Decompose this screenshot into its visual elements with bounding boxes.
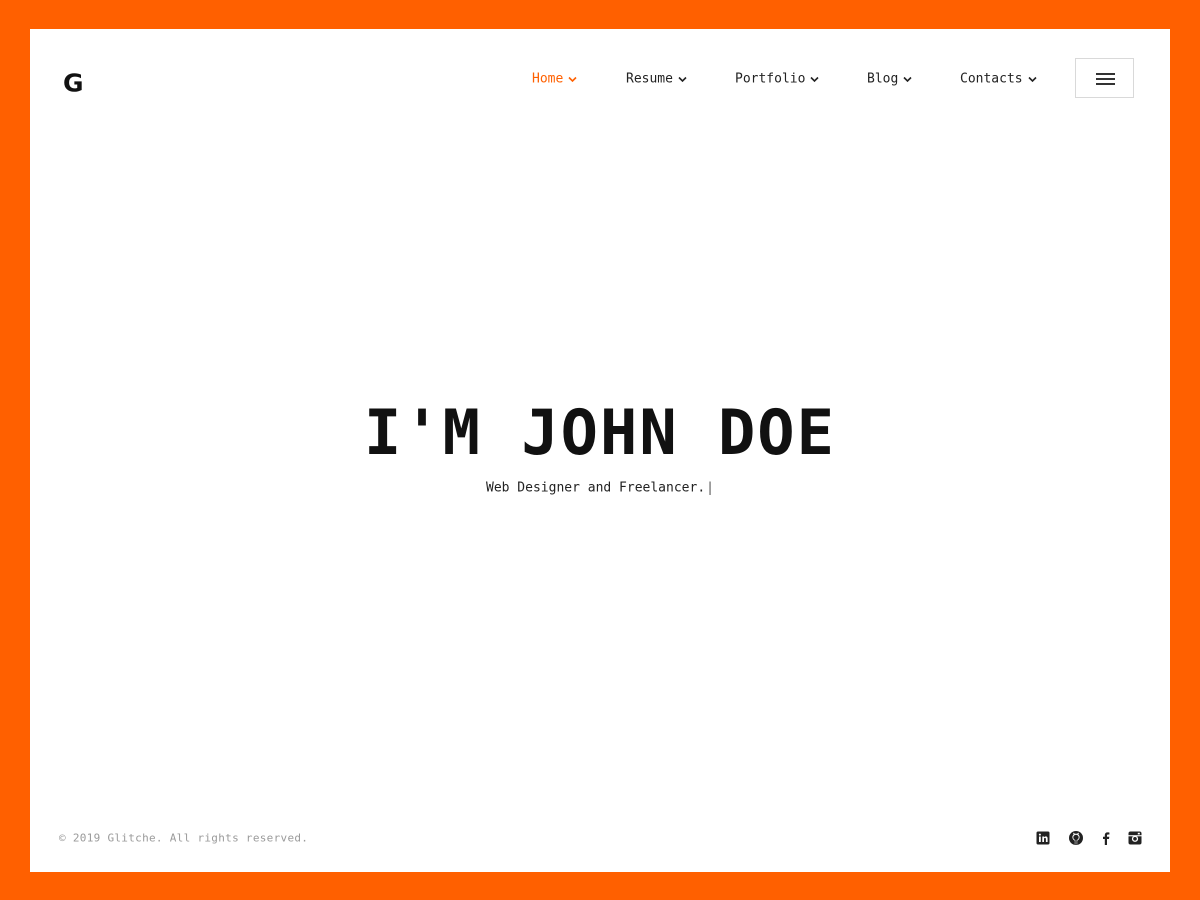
hero-title: I'M JOHN DOE — [364, 396, 836, 469]
hero-subtitle-text: Web Designer and Freelancer. — [486, 480, 706, 496]
chevron-down-icon — [809, 74, 820, 85]
chevron-down-icon — [567, 74, 578, 85]
site-logo[interactable]: G — [63, 71, 84, 96]
nav-item-label: Contacts — [960, 71, 1023, 87]
facebook-icon[interactable] — [1098, 830, 1114, 846]
linkedin-icon[interactable] — [1035, 830, 1051, 846]
nav-item-label: Blog — [867, 71, 899, 87]
page-frame: G Home Resume Portfolio Blog Contacts I'… — [30, 29, 1170, 872]
nav-item-portfolio[interactable]: Portfolio — [735, 72, 820, 87]
typing-cursor: | — [706, 480, 714, 496]
chevron-down-icon — [902, 74, 913, 85]
menu-button[interactable] — [1075, 58, 1134, 98]
github-icon[interactable] — [1068, 830, 1084, 846]
nav-item-contacts[interactable]: Contacts — [960, 72, 1038, 87]
nav-item-label: Home — [532, 71, 564, 87]
nav-item-label: Portfolio — [735, 71, 806, 87]
nav-item-home[interactable]: Home — [532, 72, 578, 87]
nav-item-label: Resume — [626, 71, 673, 87]
hero-subtitle: Web Designer and Freelancer.| — [30, 481, 1170, 496]
instagram-icon[interactable] — [1127, 830, 1143, 846]
copyright-text: © 2019 Glitche. All rights reserved. — [59, 831, 309, 845]
chevron-down-icon — [1027, 74, 1038, 85]
nav-item-resume[interactable]: Resume — [626, 72, 688, 87]
nav-item-blog[interactable]: Blog — [867, 72, 913, 87]
chevron-down-icon — [677, 74, 688, 85]
